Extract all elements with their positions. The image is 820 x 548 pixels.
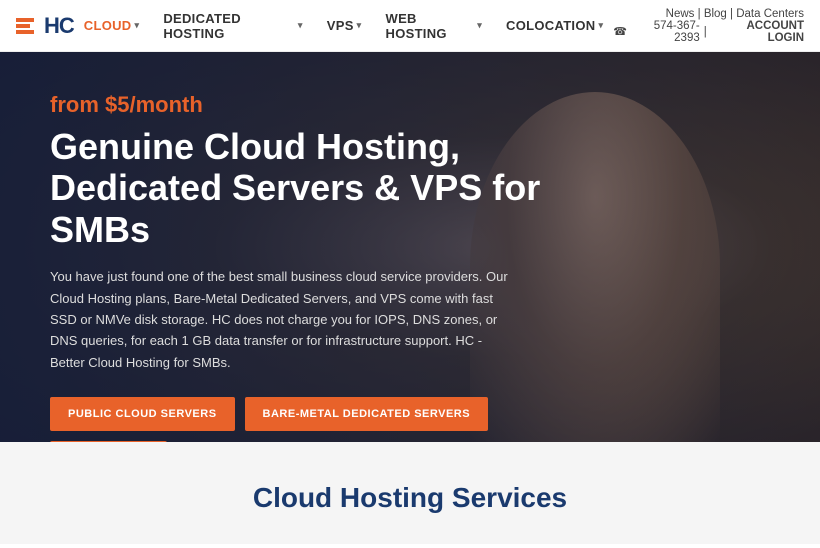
hero-description: You have just found one of the best smal…: [50, 266, 510, 373]
chevron-down-icon: ▾: [357, 20, 362, 31]
services-title: Cloud Hosting Services: [20, 482, 800, 514]
chevron-down-icon: ▾: [598, 20, 603, 31]
blog-link[interactable]: Blog: [704, 8, 727, 20]
phone-icon: ☎: [613, 25, 627, 38]
public-cloud-servers-button[interactable]: PUBLIC CLOUD SERVERS: [50, 397, 235, 431]
datacenters-link[interactable]: Data Centers: [736, 8, 804, 20]
nav-label-cloud: CLOUD: [84, 18, 132, 33]
tagline-price: $5/month: [105, 92, 203, 117]
tagline-prefix: from: [50, 92, 105, 117]
vps-hosting-button[interactable]: VPS HOSTING: [50, 441, 167, 442]
bare-metal-dedicated-button[interactable]: BARE-METAL DEDICATED SERVERS: [245, 397, 489, 431]
phone-number: 574-367-2393: [631, 20, 700, 44]
nav-label-colocation: COLOCATION: [506, 18, 595, 33]
hero-section: from $5/month Genuine Cloud Hosting, Ded…: [0, 52, 820, 442]
services-section: Cloud Hosting Services: [0, 442, 820, 544]
nav-item-colocation[interactable]: COLOCATION ▾: [496, 12, 613, 39]
nav-item-cloud[interactable]: CLOUD ▾: [74, 12, 150, 39]
nav-label-dedicated: DEDICATED HOSTING: [163, 11, 295, 41]
nav-item-vps[interactable]: VPS ▾: [317, 12, 372, 39]
top-links-row: News | Blog | Data Centers: [613, 8, 804, 20]
nav-label-webhosting: WEB HOSTING: [386, 11, 475, 41]
hero-content: from $5/month Genuine Cloud Hosting, Ded…: [50, 92, 570, 442]
chevron-down-icon: ▾: [135, 20, 140, 31]
hero-title: Genuine Cloud Hosting, Dedicated Servers…: [50, 126, 570, 250]
news-link[interactable]: News: [666, 8, 695, 20]
hero-buttons: PUBLIC CLOUD SERVERS BARE-METAL DEDICATE…: [50, 397, 570, 442]
nav-item-webhosting[interactable]: WEB HOSTING ▾: [376, 5, 493, 47]
separator: |: [704, 26, 707, 38]
account-login-link[interactable]: ACCOUNT LOGIN: [711, 20, 804, 44]
nav-item-dedicated[interactable]: DEDICATED HOSTING ▾: [153, 5, 312, 47]
phone-row: ☎ 574-367-2393 | ACCOUNT LOGIN: [613, 20, 804, 44]
top-right-links: News | Blog | Data Centers ☎ 574-367-239…: [613, 8, 804, 44]
chevron-down-icon: ▾: [298, 20, 303, 31]
logo-text: HC: [44, 13, 74, 39]
nav-label-vps: VPS: [327, 18, 354, 33]
logo-icon: [16, 18, 34, 34]
header: HC CLOUD ▾ DEDICATED HOSTING ▾ VPS ▾ WEB…: [0, 0, 820, 52]
logo[interactable]: HC: [16, 13, 74, 39]
chevron-down-icon: ▾: [477, 20, 482, 31]
hero-tagline: from $5/month: [50, 92, 570, 118]
main-nav: CLOUD ▾ DEDICATED HOSTING ▾ VPS ▾ WEB HO…: [74, 5, 614, 47]
